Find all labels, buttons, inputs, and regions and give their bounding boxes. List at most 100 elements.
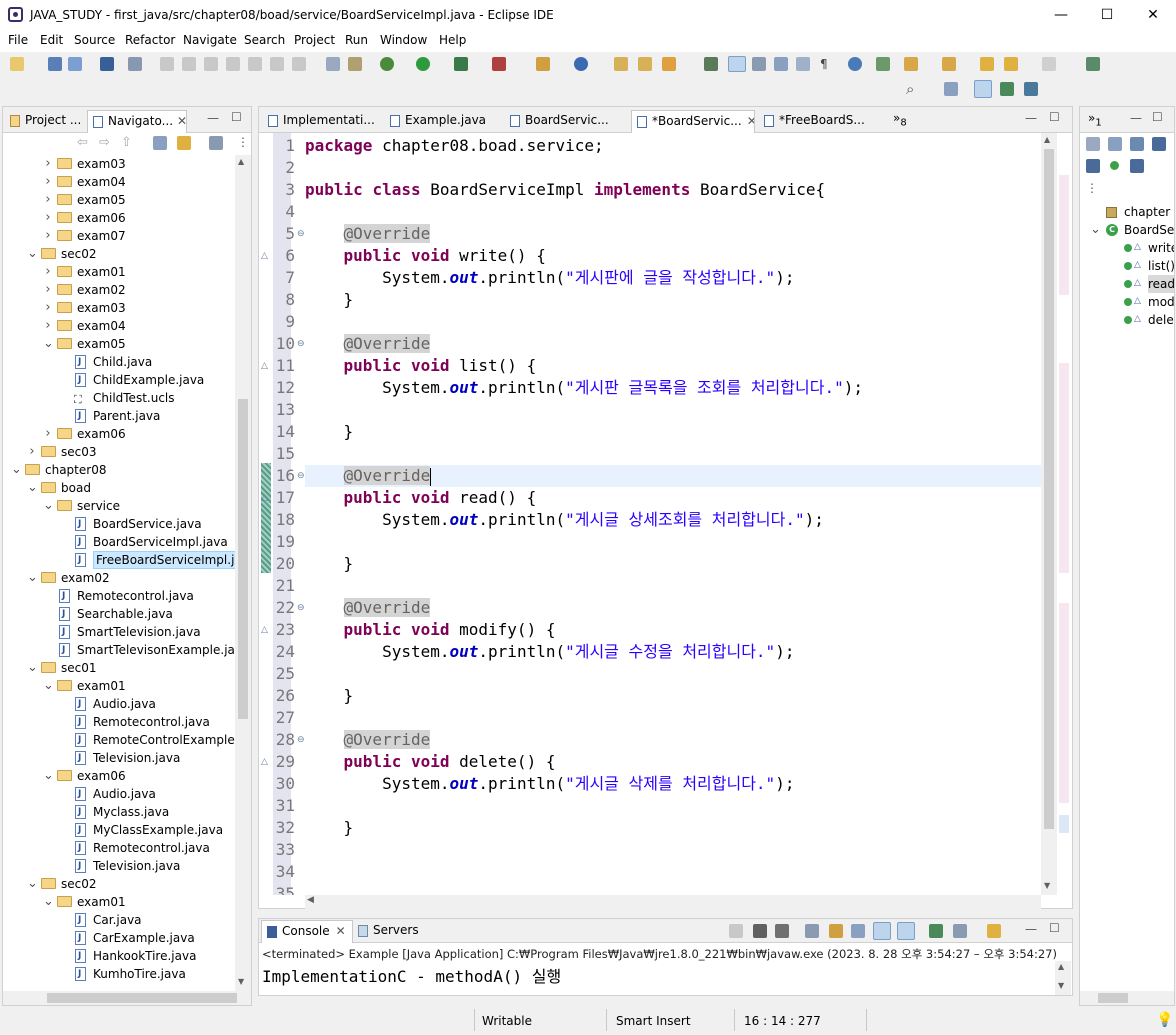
collapse-arrow-icon[interactable]: › <box>27 443 37 461</box>
drop-to-frame-icon[interactable] <box>348 57 362 71</box>
tree-item[interactable]: Remotecontrol.java <box>3 839 235 857</box>
menu-window[interactable]: Window <box>380 33 427 47</box>
tree-item[interactable]: ChildExample.java <box>3 371 235 389</box>
collapse-all-icon[interactable] <box>153 136 167 150</box>
collapse-outline-icon[interactable] <box>1108 137 1122 151</box>
minimize-console-icon[interactable]: — <box>1025 922 1037 936</box>
tab-navigator[interactable]: Navigato... ✕ <box>87 110 187 133</box>
last-edit-location-icon[interactable] <box>980 57 994 71</box>
code-line[interactable]: public class BoardServiceImpl implements… <box>305 179 825 201</box>
sync-outline-icon[interactable] <box>1086 137 1100 151</box>
tree-item[interactable]: › exam07 <box>3 227 235 245</box>
minimize-button[interactable]: — <box>1038 0 1084 30</box>
remove-all-launches-icon[interactable] <box>775 924 789 938</box>
tree-item[interactable]: SmartTelevisonExample.java <box>3 641 235 659</box>
up-arrow-icon[interactable]: ⇧ <box>121 135 132 150</box>
skip-breakpoints-icon[interactable] <box>128 57 142 71</box>
tree-item[interactable]: ⌄ sec02 <box>3 245 235 263</box>
expand-arrow-icon[interactable]: ⌄ <box>1090 221 1101 239</box>
menu-run[interactable]: Run <box>345 33 368 47</box>
display-console-icon[interactable] <box>953 924 967 938</box>
code-line[interactable]: System.out.println("게시판에 글을 작성합니다."); <box>305 267 794 289</box>
external-tools-icon[interactable] <box>492 57 506 71</box>
show-on-stdout-icon[interactable] <box>873 922 891 940</box>
menu-navigate[interactable]: Navigate <box>183 33 237 47</box>
maximize-view-icon[interactable]: ☐ <box>231 110 242 124</box>
suspend-icon[interactable] <box>182 57 196 71</box>
collapse-arrow-icon[interactable]: › <box>43 281 53 299</box>
code-line[interactable]: System.out.println("게시판 글목록을 조회를 처리합니다."… <box>305 377 863 399</box>
tree-item[interactable]: ⌄ service <box>3 497 235 515</box>
view-menu-icon[interactable]: ⋮ <box>237 135 249 149</box>
java-ee-perspective-icon[interactable] <box>974 80 992 98</box>
toggle-mark-occurrences-icon[interactable] <box>704 57 718 71</box>
tree-item[interactable]: ⌄ sec01 <box>3 659 235 677</box>
code-line[interactable]: System.out.println("게시글 상세조회를 처리합니다."); <box>305 509 824 531</box>
tree-item[interactable]: BoardServiceImpl.java <box>3 533 235 551</box>
tree-item[interactable]: Remotecontrol.java <box>3 587 235 605</box>
tab-freeboardservice[interactable]: *FreeBoardS... <box>759 110 877 133</box>
collapse-arrow-icon[interactable]: › <box>43 209 53 227</box>
tab-console[interactable]: Console ✕ <box>261 920 353 943</box>
remove-launch-icon[interactable] <box>753 924 767 938</box>
tree-item[interactable]: Searchable.java <box>3 605 235 623</box>
editor-scrollbar-thumb[interactable] <box>1044 149 1054 829</box>
tree-item[interactable]: ⌄ exam02 <box>3 569 235 587</box>
scroll-up-icon[interactable]: ▲ <box>238 157 244 166</box>
show-source-icon[interactable] <box>796 57 810 71</box>
new-java-project-icon[interactable] <box>536 57 550 71</box>
sort-icon[interactable] <box>1130 137 1144 151</box>
menu-refactor[interactable]: Refactor <box>125 33 175 47</box>
collapse-arrow-icon[interactable]: › <box>43 173 53 191</box>
tree-item[interactable]: Audio.java <box>3 695 235 713</box>
code-line[interactable]: @Override <box>305 223 431 245</box>
code-line[interactable]: @Override <box>305 333 431 355</box>
hide-nonpublic-icon[interactable] <box>1110 161 1119 170</box>
code-line[interactable]: } <box>305 553 354 575</box>
code-line[interactable]: public void list() { <box>305 355 537 377</box>
collapse-arrow-icon[interactable]: › <box>43 191 53 209</box>
code-line[interactable]: public void read() { <box>305 487 537 509</box>
resume-icon[interactable] <box>160 57 174 71</box>
close-button[interactable]: ✕ <box>1130 0 1176 30</box>
maximize-console-icon[interactable]: ☐ <box>1049 921 1060 935</box>
menu-search[interactable]: Search <box>244 33 285 47</box>
tree-item[interactable]: BoardService.java <box>3 515 235 533</box>
search-tool-icon[interactable] <box>662 57 676 71</box>
close-icon[interactable]: ✕ <box>177 114 186 128</box>
code-line[interactable]: public void delete() { <box>305 751 556 773</box>
code-line[interactable]: } <box>305 289 354 311</box>
scroll-left-icon[interactable]: ◀ <box>307 895 314 905</box>
browser-icon[interactable] <box>848 57 862 71</box>
tree-horizontal-scrollbar[interactable] <box>3 991 251 1005</box>
hide-fields-icon[interactable] <box>1152 137 1166 151</box>
collapse-arrow-icon[interactable]: › <box>43 227 53 245</box>
minimize-outline-icon[interactable]: — <box>1130 111 1142 125</box>
expand-arrow-icon[interactable]: ⌄ <box>27 479 38 497</box>
tree-item[interactable]: RemoteControlExample.jav <box>3 731 235 749</box>
tree-item[interactable]: Myclass.java <box>3 803 235 821</box>
fold-toggle-icon[interactable]: ⊖ <box>297 229 305 239</box>
save-icon[interactable] <box>48 57 62 71</box>
hide-local-types-icon[interactable] <box>1130 159 1144 173</box>
code-line[interactable]: @Override <box>305 597 431 619</box>
code-line[interactable]: package chapter08.boad.service; <box>305 135 604 157</box>
tree-item[interactable]: SmartTelevision.java <box>3 623 235 641</box>
tree-item[interactable]: HankookTire.java <box>3 947 235 965</box>
expand-arrow-icon[interactable]: ⌄ <box>27 569 38 587</box>
tree-item[interactable]: › exam04 <box>3 173 235 191</box>
tree-item[interactable]: › sec03 <box>3 443 235 461</box>
terminal-icon[interactable] <box>100 57 114 71</box>
tree-item[interactable]: Audio.java <box>3 785 235 803</box>
terminate-icon[interactable] <box>204 57 218 71</box>
code-line[interactable]: System.out.println("게시글 수정을 처리합니다."); <box>305 641 794 663</box>
tree-item[interactable]: › exam01 <box>3 263 235 281</box>
close-icon[interactable]: ✕ <box>747 114 754 128</box>
outline-item[interactable]: ⌄ C BoardSe <box>1080 221 1174 239</box>
menu-help[interactable]: Help <box>439 33 466 47</box>
expand-arrow-icon[interactable]: ⌄ <box>43 893 54 911</box>
hscrollbar-thumb[interactable] <box>47 993 237 1003</box>
editor-horizontal-scrollbar[interactable]: ◀ <box>305 895 1041 909</box>
open-type-icon[interactable] <box>614 57 628 71</box>
tree-item[interactable]: KumhoTire.java <box>3 965 235 983</box>
